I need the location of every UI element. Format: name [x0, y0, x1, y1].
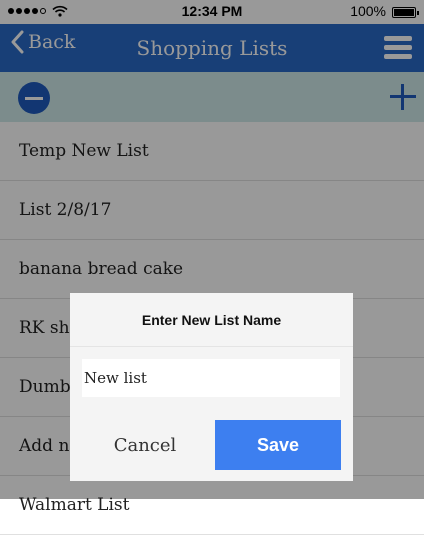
list-name-input[interactable]: [82, 359, 340, 397]
save-button[interactable]: Save: [215, 420, 341, 470]
cancel-button[interactable]: Cancel: [82, 420, 208, 470]
new-list-dialog: Enter New List Name Cancel Save: [70, 293, 353, 481]
dialog-title: Enter New List Name: [141, 312, 282, 328]
dialog-divider: [70, 346, 353, 347]
